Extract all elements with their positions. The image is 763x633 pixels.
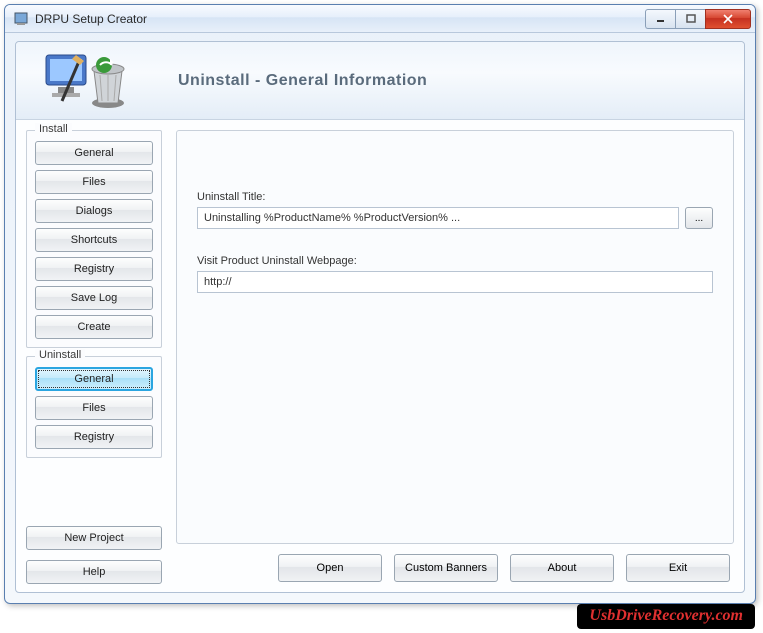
header-strip: Uninstall - General Information (16, 42, 744, 120)
custom-banners-button[interactable]: Custom Banners (394, 554, 498, 582)
browse-button[interactable]: ... (685, 207, 713, 229)
webpage-label: Visit Product Uninstall Webpage: (197, 255, 713, 267)
new-project-button[interactable]: New Project (26, 526, 162, 550)
webpage-input[interactable] (197, 271, 713, 293)
window-title: DRPU Setup Creator (35, 12, 645, 26)
body-area: Install General Files Dialogs Shortcuts … (16, 120, 744, 592)
sidebar-install-shortcuts[interactable]: Shortcuts (35, 228, 153, 252)
minimize-button[interactable] (645, 9, 675, 29)
exit-button[interactable]: Exit (626, 554, 730, 582)
page-title: Uninstall - General Information (178, 72, 427, 90)
window-controls (645, 9, 751, 29)
install-group: Install General Files Dialogs Shortcuts … (26, 130, 162, 348)
uninstall-title-row: Uninstall Title: ... (197, 191, 713, 229)
open-button[interactable]: Open (278, 554, 382, 582)
sidebar-install-savelog[interactable]: Save Log (35, 286, 153, 310)
uninstall-group-label: Uninstall (35, 349, 85, 361)
sidebar-install-registry[interactable]: Registry (35, 257, 153, 281)
uninstall-title-input[interactable] (197, 207, 679, 229)
sidebar-install-general[interactable]: General (35, 141, 153, 165)
app-window: DRPU Setup Creator (4, 4, 756, 604)
sidebar-install-files[interactable]: Files (35, 170, 153, 194)
sidebar: Install General Files Dialogs Shortcuts … (26, 130, 162, 584)
sidebar-install-create[interactable]: Create (35, 315, 153, 339)
close-button[interactable] (705, 9, 751, 29)
uninstall-group: Uninstall General Files Registry (26, 356, 162, 458)
maximize-button[interactable] (675, 9, 705, 29)
titlebar: DRPU Setup Creator (5, 5, 755, 33)
app-icon (13, 11, 29, 27)
sidebar-uninstall-registry[interactable]: Registry (35, 425, 153, 449)
install-group-label: Install (35, 123, 72, 135)
about-button[interactable]: About (510, 554, 614, 582)
sidebar-uninstall-general[interactable]: General (35, 367, 153, 391)
bottom-bar: Open Custom Banners About Exit (176, 544, 734, 584)
sidebar-bottom: New Project Help (26, 526, 162, 584)
help-button[interactable]: Help (26, 560, 162, 584)
content-frame: Uninstall - General Information Install … (15, 41, 745, 593)
webpage-row: Visit Product Uninstall Webpage: (197, 255, 713, 293)
uninstall-title-label: Uninstall Title: (197, 191, 713, 203)
sidebar-install-dialogs[interactable]: Dialogs (35, 199, 153, 223)
watermark: UsbDriveRecovery.com (577, 604, 755, 629)
sidebar-uninstall-files[interactable]: Files (35, 396, 153, 420)
main-box: Uninstall Title: ... Visit Product Unins… (176, 130, 734, 544)
main-panel: Uninstall Title: ... Visit Product Unins… (176, 130, 734, 584)
header-icons (40, 51, 130, 111)
